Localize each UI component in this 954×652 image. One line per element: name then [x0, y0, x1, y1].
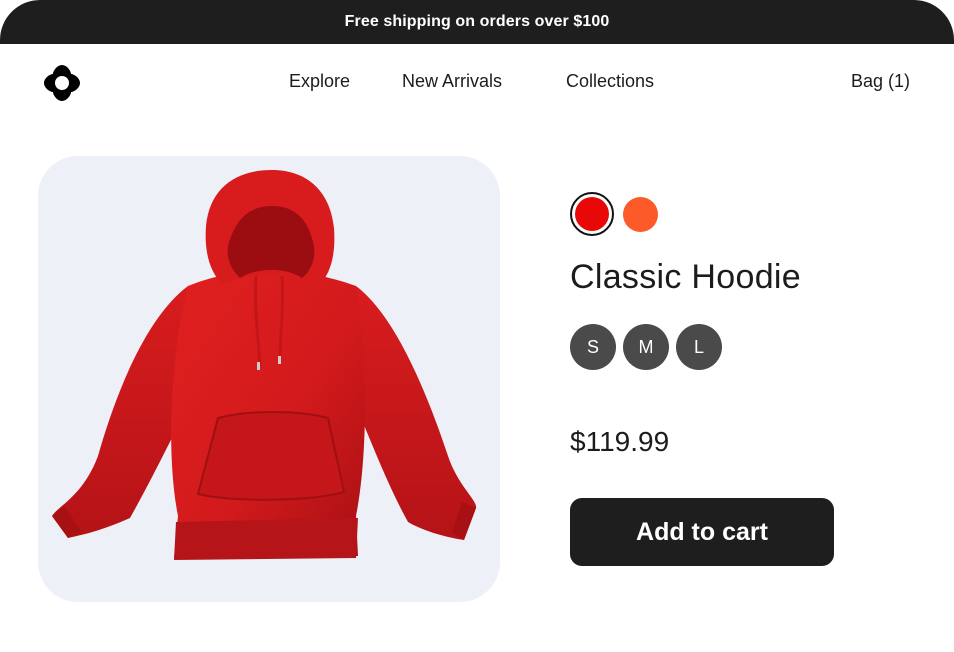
nav-link-explore[interactable]: Explore: [289, 71, 350, 92]
logo-icon[interactable]: [42, 63, 82, 103]
promo-banner: Free shipping on orders over $100: [0, 0, 954, 44]
color-swatch-red[interactable]: [570, 192, 614, 236]
add-to-cart-button[interactable]: Add to cart: [570, 498, 834, 566]
bag-link[interactable]: Bag (1): [851, 71, 910, 92]
nav-link-collections[interactable]: Collections: [566, 71, 654, 92]
hoodie-illustration: [52, 170, 477, 560]
size-option-l[interactable]: L: [676, 324, 722, 370]
promo-text: Free shipping on orders over $100: [344, 13, 610, 30]
size-option-m[interactable]: M: [623, 324, 669, 370]
product-title: Classic Hoodie: [570, 258, 801, 296]
product-price: $119.99: [570, 426, 670, 457]
product-image: [38, 156, 500, 602]
size-option-s[interactable]: S: [570, 324, 616, 370]
color-swatch-orange[interactable]: [623, 197, 658, 232]
top-navigation: Explore New Arrivals Collections Bag (1): [0, 44, 954, 120]
nav-link-new-arrivals[interactable]: New Arrivals: [402, 71, 502, 92]
color-swatch-red-fill: [575, 197, 609, 231]
